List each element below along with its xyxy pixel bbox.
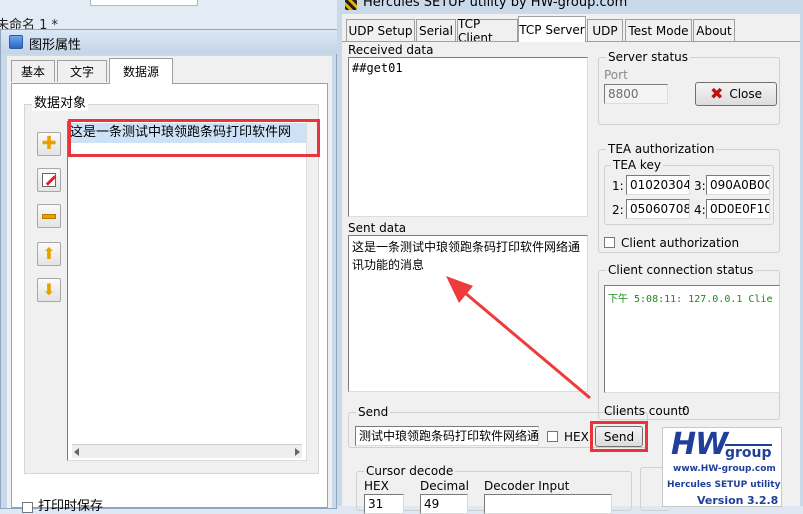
received-text: ##get01 — [352, 61, 403, 75]
arrow-down-icon: ⬇ — [42, 280, 56, 299]
sent-data-area[interactable]: 这是一条测试中琅领跑条码打印软件网络通讯功能的消息 — [348, 235, 588, 392]
client-status-list[interactable]: 下午 5:08:11: 127.0.0.1 Clie — [604, 285, 780, 393]
send-button-highlight-box — [590, 421, 648, 452]
client-status-label: Client connection status — [606, 263, 756, 277]
tab-about[interactable]: About — [693, 19, 735, 41]
cursor-decimal-label: Decimal — [420, 479, 469, 493]
tea-key3-field[interactable]: 090A0B0C — [706, 175, 770, 195]
tcp-server-panel: Received data ##get01 Sent data 这是一条测试中琅… — [342, 41, 800, 514]
props-window-icon — [9, 35, 23, 49]
tea-key2-field[interactable]: 05060708 — [626, 199, 690, 219]
tab-serial[interactable]: Serial — [416, 19, 456, 41]
send-input[interactable]: 测试中琅领跑条码打印软件网络通 — [355, 426, 539, 446]
hercules-app-icon — [345, 0, 357, 10]
tab-basic[interactable]: 基本 — [11, 60, 55, 82]
hw-url: www.HW-group.com — [673, 464, 776, 474]
background-window: 未命名 1 * — [0, 0, 340, 33]
hex-checkbox[interactable] — [547, 431, 558, 442]
data-object-list[interactable]: 这是一条测试中琅领跑条码打印软件网 — [67, 121, 307, 461]
hw-product: Hercules SETUP utility — [667, 480, 781, 490]
close-x-icon: ✖ — [709, 84, 724, 103]
tab-datasource[interactable]: 数据源 — [109, 58, 173, 84]
arrow-up-icon: ⬆ — [42, 244, 56, 263]
received-data-label: Received data — [348, 43, 434, 57]
hw-group-logo: HW group www.HW-group.com Hercules SETUP… — [662, 427, 782, 507]
hercules-titlebar: Hercules SETUP utility by HW-group.com — [337, 0, 803, 14]
decoder-input-label: Decoder Input — [484, 479, 570, 493]
client-auth-checkbox[interactable] — [604, 237, 615, 248]
hercules-title: Hercules SETUP utility by HW-group.com — [363, 0, 628, 10]
tab-udp-setup[interactable]: UDP Setup — [346, 19, 415, 41]
sent-data-label: Sent data — [348, 221, 407, 235]
tea-k3-label: 3: — [694, 179, 706, 193]
print-save-label: 打印时保存 — [38, 499, 104, 514]
data-object-label: 数据对象 — [32, 96, 89, 111]
clients-count-value: 0 — [682, 404, 690, 418]
cursor-decimal-field[interactable]: 49 — [420, 494, 468, 514]
send-group-label: Send — [356, 405, 391, 419]
hw-brand: HW — [671, 427, 728, 462]
tea-k1-label: 1: — [612, 179, 624, 193]
cursor-hex-label: HEX — [364, 479, 389, 493]
tea-key1-field[interactable]: 01020304 — [626, 175, 690, 195]
client-auth-label: Client authorization — [621, 236, 740, 250]
tab-test-mode[interactable]: Test Mode — [625, 19, 692, 41]
tab-tcp-server[interactable]: TCP Server — [518, 16, 586, 42]
props-titlebar: 图形属性 — [1, 30, 337, 54]
move-up-button[interactable]: ⬆ — [37, 242, 61, 266]
port-label: Port — [604, 68, 628, 82]
tea-key4-field[interactable]: 0D0E0F10 — [706, 199, 770, 219]
tab-tcp-client[interactable]: TCP Client — [457, 17, 518, 45]
server-status-label: Server status — [606, 50, 691, 64]
minus-icon — [42, 213, 56, 219]
cursor-hex-field[interactable]: 31 — [364, 494, 404, 514]
props-window-title: 图形属性 — [29, 38, 82, 53]
received-data-area[interactable]: ##get01 — [348, 57, 588, 217]
scroll-left-arrow[interactable] — [74, 448, 79, 456]
port-field[interactable]: 8800 — [604, 84, 668, 104]
edit-icon — [42, 173, 57, 187]
add-button[interactable]: ✚ — [37, 132, 61, 156]
hercules-body: UDP Setup Serial TCP Client TCP Server U… — [342, 14, 800, 514]
tea-k2-label: 2: — [612, 203, 624, 217]
tab-udp[interactable]: UDP — [587, 19, 623, 41]
hw-brand-suffix: group — [725, 444, 772, 461]
cursor-decode-label: Cursor decode — [364, 464, 456, 478]
plus-icon: ✚ — [41, 133, 57, 154]
tea-auth-label: TEA authorization — [606, 142, 717, 156]
close-button[interactable]: ✖ Close — [695, 82, 777, 106]
hex-label: HEX — [564, 430, 589, 444]
move-down-button[interactable]: ⬇ — [37, 278, 61, 302]
tea-k4-label: 4: — [694, 203, 706, 217]
tea-key-label: TEA key — [611, 158, 663, 172]
tab-text[interactable]: 文字 — [57, 60, 107, 82]
props-window: 图形属性 基本 文字 数据源 数据对象 这是一条测试中琅领跑条码打印软件网 打印… — [0, 29, 337, 514]
clients-count-label: Clients count: — [604, 404, 687, 418]
decoder-input-field[interactable] — [484, 494, 612, 514]
hercules-window: Hercules SETUP utility by HW-group.com U… — [337, 0, 803, 514]
sent-text: 这是一条测试中琅领跑条码打印软件网络通讯功能的消息 — [352, 240, 581, 272]
client-entry: 下午 5:08:11: 127.0.0.1 Clie — [608, 294, 773, 305]
list-item-highlight-box — [68, 119, 320, 157]
hw-version-label: Version — [697, 494, 744, 507]
edit-button[interactable] — [37, 168, 61, 192]
hw-version: 3.2.8 — [747, 494, 779, 507]
remove-button[interactable] — [37, 204, 61, 228]
scroll-right-arrow[interactable] — [295, 448, 300, 456]
